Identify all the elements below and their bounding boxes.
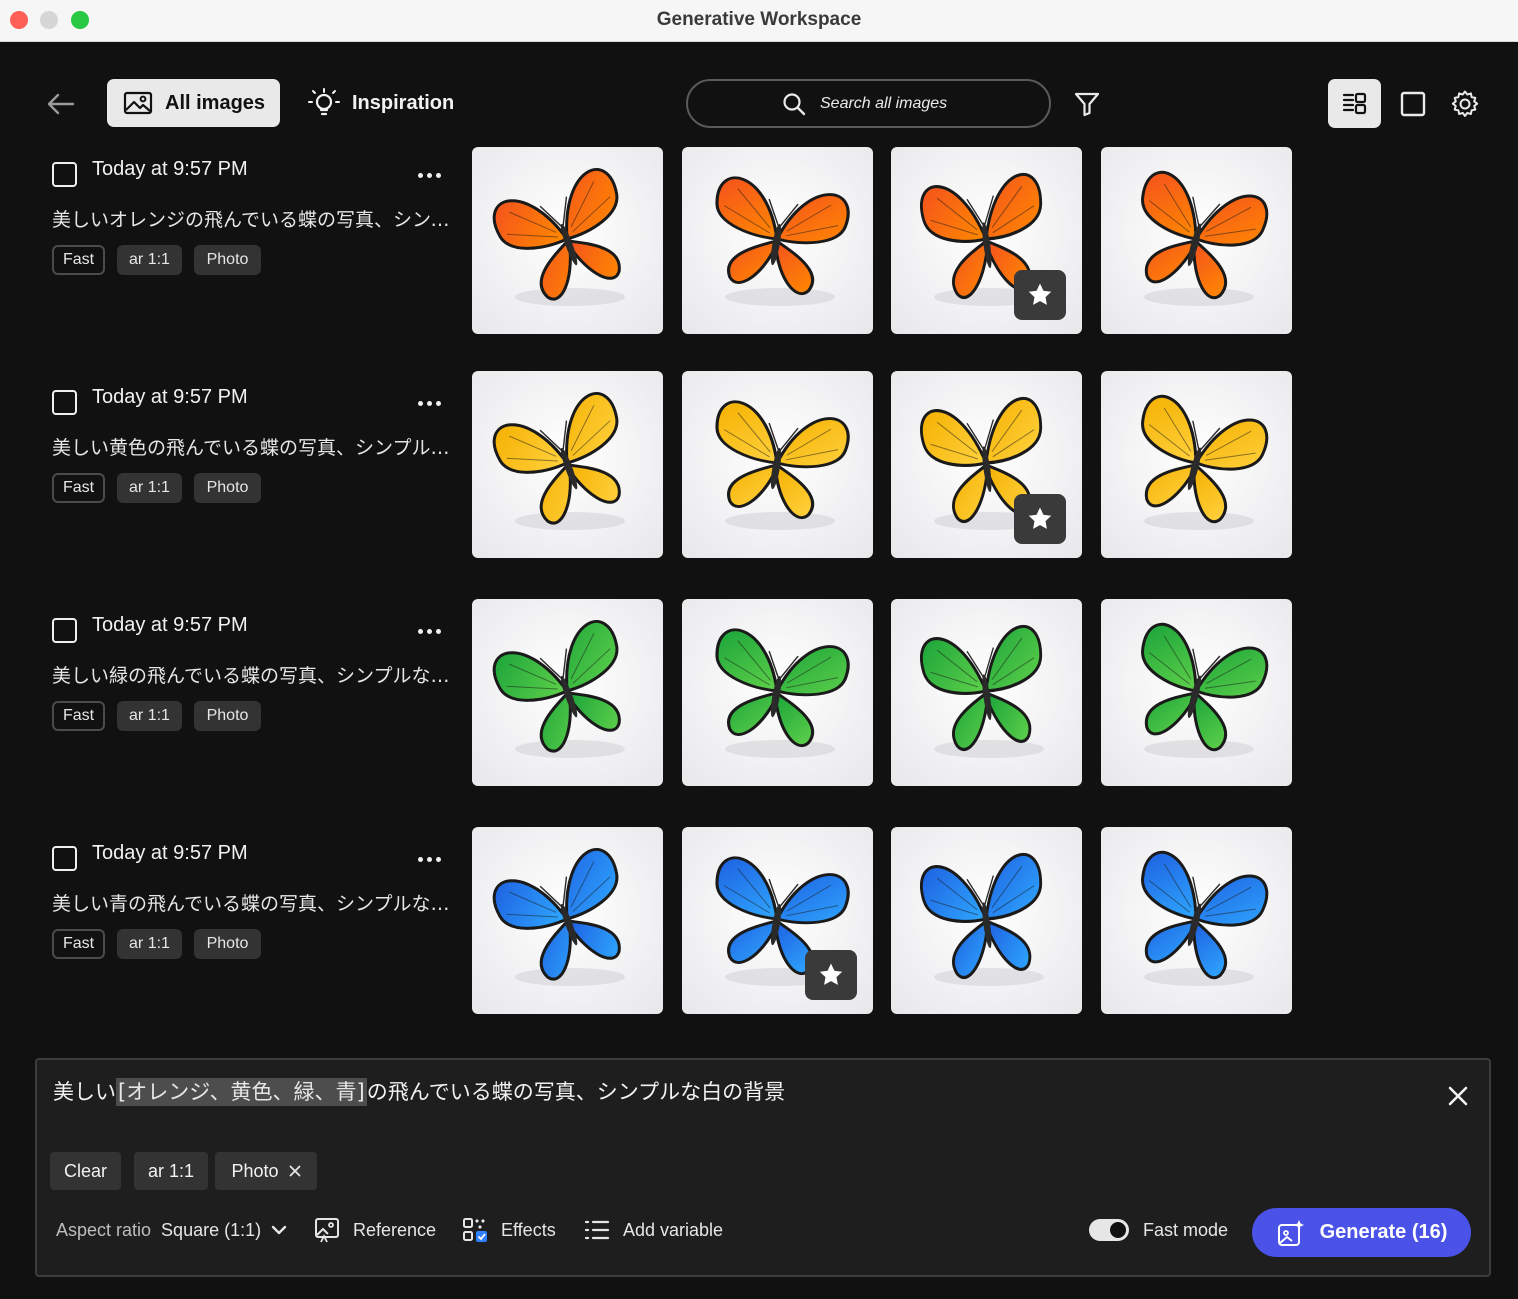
generation-timestamp: Today at 9:57 PM [92,614,248,636]
image-thumbnail[interactable] [891,371,1082,558]
butterfly-image [1101,371,1292,558]
butterfly-image [1101,827,1292,1014]
generation-row: Today at 9:57 PM 美しい青の飛んでいる蝶の写真、シンプルな白の背景… [0,0,1518,1014]
tag-chip: Fast [52,701,105,731]
butterfly-image [682,371,873,558]
image-thumbnail[interactable] [472,827,663,1014]
generation-timestamp: Today at 9:57 PM [92,842,248,864]
tag-chip: Photo [194,473,261,503]
favorite-button[interactable] [1014,494,1066,544]
close-prompt-button[interactable] [1438,1076,1478,1116]
aspect-ratio-value: Square (1:1) [161,1219,262,1240]
image-thumbnail[interactable] [891,827,1082,1014]
photo-chip[interactable]: Photo [215,1152,317,1190]
close-icon [1448,1086,1468,1106]
prompt-variable[interactable]: [オレンジ、黄色、緑、青] [116,1078,367,1106]
fast-mode-control: Fast mode [1089,1210,1228,1250]
clear-button[interactable]: Clear [50,1152,121,1190]
more-options-button[interactable] [410,391,448,415]
prompt-suffix: の飛んでいる蝶の写真、シンプルな白の背景 [366,1080,786,1104]
add-variable-label: Add variable [623,1219,724,1240]
image-thumbnail[interactable] [682,599,873,786]
more-dot [435,628,441,634]
butterfly-image [472,827,663,1014]
more-dot [435,400,441,406]
tag-chip: ar 1:1 [117,245,182,275]
tag-chip: Photo [194,245,261,275]
remove-chip-icon[interactable] [289,1165,301,1177]
more-dot [435,856,441,862]
reference-label: Reference [353,1219,437,1240]
image-thumbnail[interactable] [891,599,1082,786]
generation-prompt: 美しいオレンジの飛んでいる蝶の写真、シンプルな白の背景 [52,209,452,231]
aspect-ratio-label: Aspect ratio [56,1219,152,1240]
butterfly-image [472,371,663,558]
reference-image-icon [315,1218,339,1243]
tag-chip: Fast [52,245,105,275]
more-dot [426,400,432,406]
generate-label: Generate (16) [1319,1221,1448,1243]
image-thumbnail[interactable] [1101,371,1292,558]
more-dot [426,628,432,634]
select-checkbox[interactable] [52,618,77,643]
butterfly-image [891,827,1082,1014]
butterfly-image [472,599,663,786]
image-thumbnail[interactable] [472,371,663,558]
prompt-panel: 美しい[オレンジ、黄色、緑、青]の飛んでいる蝶の写真、シンプルな白の背景 Cle… [35,1058,1491,1277]
generation-prompt: 美しい黄色の飛んでいる蝶の写真、シンプルな白の背景 [52,437,452,459]
fast-mode-toggle[interactable] [1089,1219,1129,1241]
tag-chip: ar 1:1 [117,929,182,959]
fast-mode-label: Fast mode [1143,1219,1229,1240]
generation-prompt: 美しい緑の飛んでいる蝶の写真、シンプルな白の背景 [52,665,452,687]
select-checkbox[interactable] [52,846,77,871]
tag-chip: Photo [194,929,261,959]
image-thumbnail[interactable] [1101,599,1292,786]
more-options-button[interactable] [410,847,448,871]
more-dot [417,400,423,406]
reference-button[interactable]: Reference [313,1210,436,1250]
favorite-button[interactable] [1014,270,1066,320]
add-variable-button[interactable]: Add variable [583,1210,723,1250]
image-thumbnail[interactable] [682,827,873,1014]
effects-button[interactable]: Effects [461,1210,556,1250]
list-icon [584,1220,610,1240]
image-thumbnail[interactable] [682,371,873,558]
butterfly-image [1101,599,1292,786]
tag-chip: ar 1:1 [117,473,182,503]
tag-chip: Fast [52,473,105,503]
star-icon [1028,507,1052,529]
photo-chip-label: Photo [231,1160,279,1181]
image-thumbnail[interactable] [1101,827,1292,1014]
favorite-button[interactable] [805,950,857,1000]
star-icon [819,963,843,985]
generation-timestamp: Today at 9:57 PM [92,386,248,408]
effects-label: Effects [501,1219,556,1240]
butterfly-image [682,599,873,786]
generate-icon [1277,1219,1304,1246]
more-dot [426,856,432,862]
aspect-ratio-chip[interactable]: ar 1:1 [134,1152,208,1190]
butterfly-image [891,599,1082,786]
prompt-prefix: 美しい [53,1080,116,1104]
more-options-button[interactable] [410,619,448,643]
more-dot [417,628,423,634]
tag-chip: ar 1:1 [117,701,182,731]
generation-prompt: 美しい青の飛んでいる蝶の写真、シンプルな白の背景 [52,893,452,915]
chevron-down-icon [271,1225,287,1235]
prompt-text[interactable]: 美しい[オレンジ、黄色、緑、青]の飛んでいる蝶の写真、シンプルな白の背景 [53,1076,785,1106]
effects-icon [463,1218,487,1242]
select-checkbox[interactable] [52,390,77,415]
more-dot [417,856,423,862]
aspect-ratio-dropdown[interactable]: Aspect ratio Square (1:1) [56,1210,287,1250]
image-thumbnail[interactable] [472,599,663,786]
tag-chip: Photo [194,701,261,731]
tag-chip: Fast [52,929,105,959]
generate-button[interactable]: Generate (16) [1252,1208,1471,1257]
star-icon [1028,283,1052,305]
